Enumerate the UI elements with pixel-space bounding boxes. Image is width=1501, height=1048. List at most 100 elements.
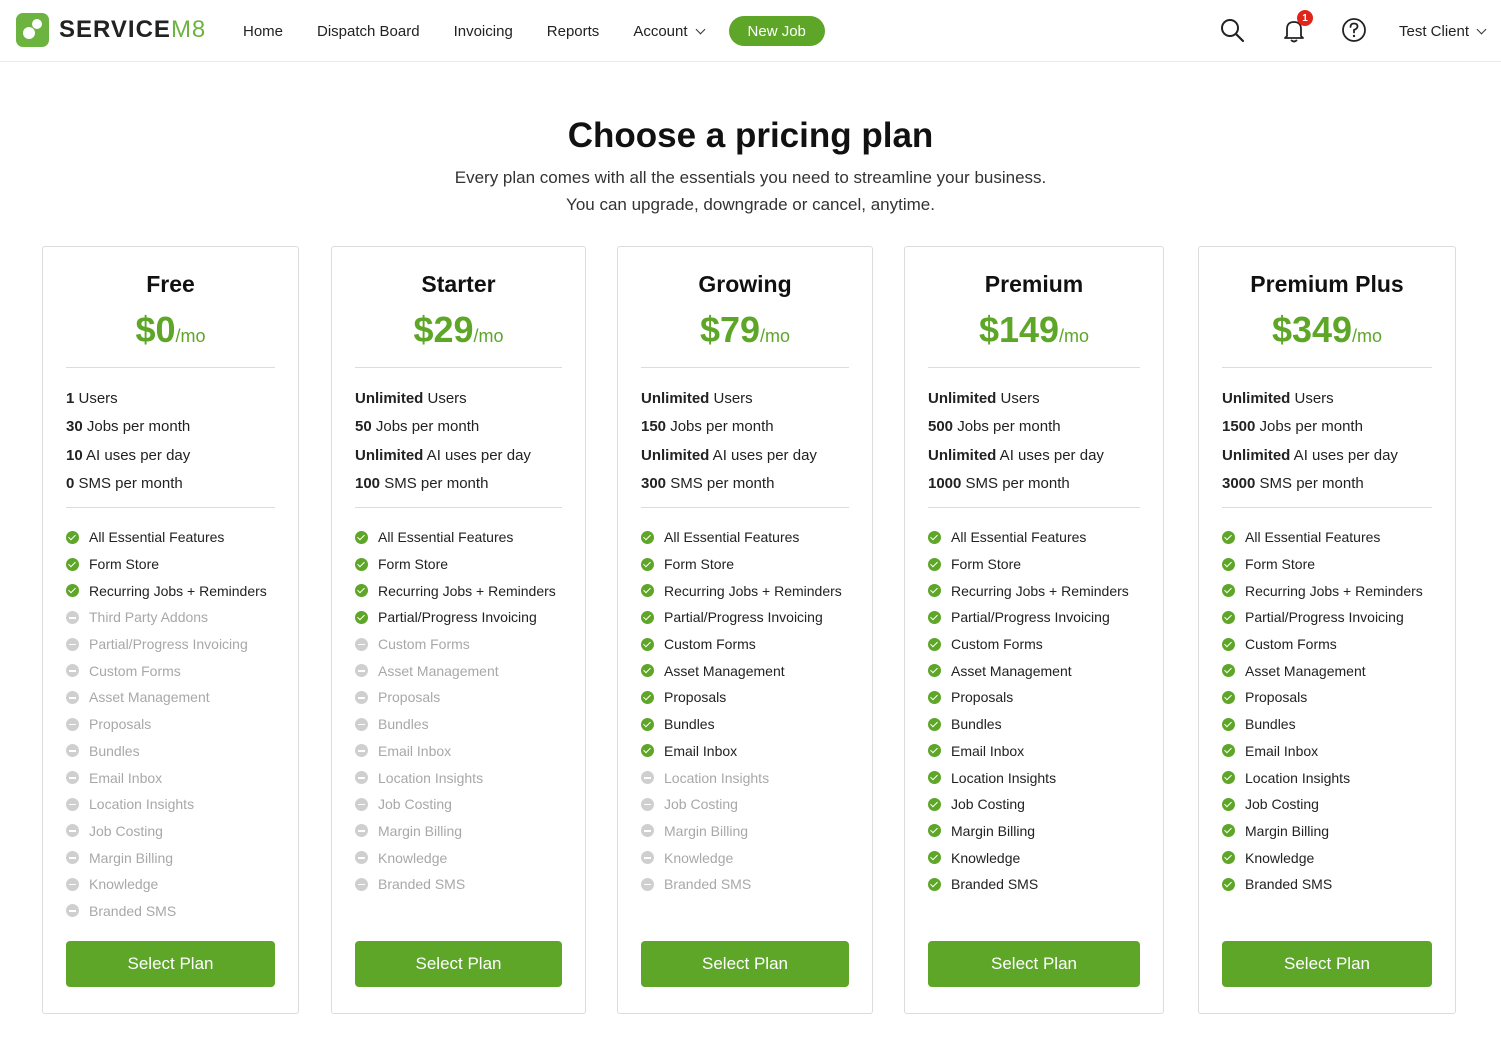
feature-label: Branded SMS: [951, 876, 1039, 893]
check-circle-icon: [641, 584, 654, 598]
help-icon[interactable]: [1340, 16, 1368, 44]
limit-label: Jobs per month: [953, 418, 1061, 436]
feature-label: Knowledge: [951, 849, 1021, 866]
plan-limit: 3000 SMS per month: [1222, 470, 1398, 498]
plan-card-free: Free $0/mo 1 Users 30 Jobs per month 10 AI u…: [42, 246, 299, 1014]
nav-account-label: Account: [633, 22, 688, 40]
feature-label: Partial/Progress Invoicing: [1245, 609, 1404, 626]
page-subtitle: Every plan comes with all the essentials…: [454, 168, 1047, 187]
limit-label: Users: [423, 390, 467, 407]
feature-label: Recurring Jobs + Reminders: [664, 582, 842, 599]
limit-value: 50: [355, 418, 372, 436]
plan-name: Premium Plus: [1250, 271, 1404, 297]
feature-item: Recurring Jobs + Reminders: [66, 577, 267, 604]
feature-item: Knowledge: [641, 844, 842, 871]
minus-circle-icon: [641, 877, 654, 891]
feature-item: Email Inbox: [66, 764, 267, 791]
plan-limit: Unlimited AI uses per day: [355, 442, 531, 470]
plan-limits: Unlimited Users 1500 Jobs per month Unlimi…: [1222, 385, 1398, 498]
plan-limit: 500 Jobs per month: [928, 413, 1104, 441]
feature-label: Job Costing: [664, 796, 738, 813]
select-plan-button[interactable]: Select Plan: [66, 941, 275, 987]
feature-item: Custom Forms: [1222, 631, 1423, 658]
feature-item: All Essential Features: [66, 524, 267, 551]
feature-item: Recurring Jobs + Reminders: [641, 577, 842, 604]
check-circle-icon: [66, 530, 79, 544]
feature-label: All Essential Features: [1245, 529, 1381, 546]
check-circle-icon: [641, 664, 654, 678]
price-amount: $79: [699, 309, 761, 350]
page-title: Choose a pricing plan: [567, 116, 934, 155]
nav-account-dropdown[interactable]: Account: [633, 22, 705, 40]
servicem8-logo[interactable]: SERVICEM8: [16, 13, 206, 47]
feature-item: Custom Forms: [355, 631, 556, 658]
select-plan-button[interactable]: Select Plan: [355, 941, 562, 987]
divider: [1222, 507, 1432, 508]
feature-item: Third Party Addons: [66, 604, 267, 631]
divider: [1222, 367, 1432, 368]
feature-label: Custom Forms: [951, 636, 1043, 653]
plan-limit: Unlimited Users: [1222, 385, 1398, 413]
minus-circle-icon: [355, 637, 368, 651]
divider: [66, 367, 275, 368]
plan-limit: 50 Jobs per month: [355, 413, 531, 441]
feature-label: Email Inbox: [89, 769, 163, 786]
plan-limit: 100 SMS per month: [355, 470, 531, 498]
feature-item: Location Insights: [1222, 764, 1423, 791]
feature-label: Margin Billing: [89, 849, 174, 866]
check-circle-icon: [1222, 637, 1235, 651]
feature-item: Proposals: [1222, 684, 1423, 711]
nav-invoicing[interactable]: Invoicing: [454, 23, 513, 40]
nav-reports[interactable]: Reports: [547, 23, 600, 40]
feature-label: Branded SMS: [1245, 876, 1333, 893]
feature-item: All Essential Features: [1222, 524, 1423, 551]
select-plan-button[interactable]: Select Plan: [641, 941, 849, 987]
feature-label: Knowledge: [378, 849, 448, 866]
check-circle-icon: [355, 584, 368, 598]
plan-limit: 1500 Jobs per month: [1222, 413, 1398, 441]
bell-icon[interactable]: 1: [1280, 10, 1313, 44]
plan-limits: Unlimited Users 50 Jobs per month Unlimite…: [355, 385, 531, 498]
select-plan-button[interactable]: Select Plan: [928, 941, 1140, 987]
check-circle-icon: [928, 690, 941, 704]
page-subtitle-secondary: You can upgrade, downgrade or cancel, an…: [566, 195, 935, 214]
plan-limits: 1 Users 30 Jobs per month 10 AI uses per d…: [66, 385, 190, 498]
check-circle-icon: [928, 717, 941, 731]
limit-label: Users: [1290, 390, 1334, 407]
minus-circle-icon: [355, 690, 368, 704]
plan-name: Starter: [421, 271, 496, 297]
minus-circle-icon: [355, 744, 368, 758]
nav-dispatch-board[interactable]: Dispatch Board: [317, 23, 420, 40]
check-circle-icon: [928, 637, 941, 651]
feature-label: Location Insights: [951, 769, 1057, 786]
feature-item: Recurring Jobs + Reminders: [1222, 577, 1423, 604]
feature-item: Asset Management: [1222, 657, 1423, 684]
feature-item: Bundles: [355, 711, 556, 738]
minus-circle-icon: [355, 771, 368, 785]
new-job-button[interactable]: New Job: [728, 16, 825, 46]
check-circle-icon: [66, 557, 79, 571]
feature-label: Email Inbox: [664, 742, 738, 759]
user-menu[interactable]: Test Client: [1399, 0, 1487, 62]
feature-item: Asset Management: [66, 684, 267, 711]
feature-item: Margin Billing: [641, 818, 842, 845]
minus-circle-icon: [641, 824, 654, 838]
feature-label: Bundles: [1245, 716, 1296, 733]
plan-limit: 300 SMS per month: [641, 470, 817, 498]
select-plan-button[interactable]: Select Plan: [1222, 941, 1432, 987]
feature-label: Proposals: [1245, 689, 1308, 706]
nav-home[interactable]: Home: [243, 23, 283, 40]
feature-label: All Essential Features: [664, 529, 800, 546]
feature-item: Bundles: [1222, 711, 1423, 738]
feature-list: All Essential Features Form Store Recurrin…: [355, 524, 556, 898]
search-icon[interactable]: [1218, 16, 1246, 44]
feature-label: Job Costing: [378, 796, 452, 813]
plan-limit: Unlimited AI uses per day: [641, 442, 817, 470]
divider: [355, 367, 562, 368]
plan-price: $79/mo: [618, 309, 872, 351]
feature-item: Branded SMS: [66, 898, 267, 925]
minus-circle-icon: [66, 717, 79, 731]
logo-text-suffix: M8: [170, 16, 207, 43]
feature-item: Proposals: [66, 711, 267, 738]
feature-item: Margin Billing: [355, 818, 556, 845]
